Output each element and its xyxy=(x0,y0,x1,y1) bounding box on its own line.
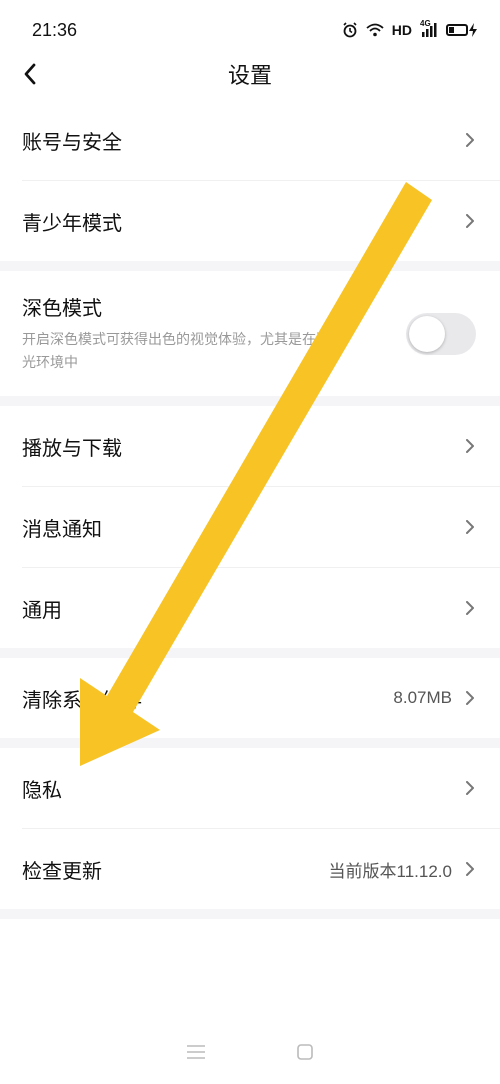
dark-mode-toggle[interactable] xyxy=(406,312,476,355)
status-icons: HD 4G xyxy=(342,19,478,38)
chevron-right-icon xyxy=(464,690,476,706)
battery-icon xyxy=(446,23,478,37)
dark-mode-title: 深色模式 xyxy=(22,296,102,320)
network-label: 4G xyxy=(420,19,431,28)
section-separator xyxy=(0,738,500,748)
signal-icon: 4G xyxy=(420,19,438,37)
settings-item-dark-mode: 深色模式 开启深色模式可获得出色的视觉体验，尤其是在弱 光环境中 xyxy=(0,271,500,396)
home-square-icon[interactable] xyxy=(296,1043,314,1065)
section-separator xyxy=(0,396,500,406)
menu-icon[interactable] xyxy=(186,1044,206,1064)
settings-item-label: 播放与下载 xyxy=(22,435,122,460)
chevron-right-icon xyxy=(464,861,476,877)
settings-item-label: 账号与安全 xyxy=(22,129,122,154)
settings-item-label: 消息通知 xyxy=(22,516,102,541)
settings-item-account-security[interactable]: 账号与安全 xyxy=(0,100,500,180)
alarm-icon xyxy=(342,22,358,38)
hd-label: HD xyxy=(391,22,412,38)
chevron-right-icon xyxy=(464,519,476,535)
page-title: 设置 xyxy=(227,64,272,89)
back-button[interactable] xyxy=(10,54,50,94)
settings-list: 账号与安全 青少年模式 深色模式 开启深色模式可获得出色的视觉体验，尤其是在弱 … xyxy=(0,100,500,919)
chevron-right-icon xyxy=(464,600,476,616)
section-separator xyxy=(0,909,500,919)
settings-item-privacy[interactable]: 隐私 xyxy=(0,748,500,828)
chevron-right-icon xyxy=(464,438,476,454)
section-separator xyxy=(0,648,500,658)
wifi-icon xyxy=(366,23,384,37)
toggle-knob xyxy=(409,315,445,352)
settings-item-notifications[interactable]: 消息通知 xyxy=(0,487,500,567)
chevron-left-icon xyxy=(24,63,36,85)
settings-item-general[interactable]: 通用 xyxy=(0,568,500,648)
settings-item-label: 清除系统缓存 xyxy=(22,687,142,712)
status-time: 21:36 xyxy=(32,19,78,40)
settings-item-label: 青少年模式 xyxy=(22,210,122,235)
chevron-right-icon xyxy=(464,132,476,148)
dark-mode-text: 深色模式 开启深色模式可获得出色的视觉体验，尤其是在弱 光环境中 xyxy=(22,292,402,375)
cache-size-value: 8.07MB xyxy=(393,688,452,707)
settings-item-label: 检查更新 xyxy=(22,858,102,883)
settings-item-label: 隐私 xyxy=(22,777,62,802)
version-value: 当前版本11.12.0 xyxy=(328,861,452,881)
settings-item-playback-download[interactable]: 播放与下载 xyxy=(0,406,500,486)
system-nav-bar xyxy=(0,1024,500,1084)
settings-item-clear-cache[interactable]: 清除系统缓存 8.07MB xyxy=(0,658,500,738)
dark-mode-desc-line1: 开启深色模式可获得出色的视觉体验，尤其是在弱 xyxy=(22,332,330,348)
chevron-right-icon xyxy=(464,213,476,229)
dark-mode-desc-line2: 光环境中 xyxy=(22,355,78,371)
section-separator xyxy=(0,261,500,271)
settings-item-teen-mode[interactable]: 青少年模式 xyxy=(0,181,500,261)
header: 设置 xyxy=(0,48,500,100)
settings-item-label: 通用 xyxy=(22,597,62,622)
chevron-right-icon xyxy=(464,780,476,796)
settings-item-check-update[interactable]: 检查更新 当前版本11.12.0 xyxy=(0,829,500,909)
dark-mode-description: 开启深色模式可获得出色的视觉体验，尤其是在弱 光环境中 xyxy=(22,329,402,375)
